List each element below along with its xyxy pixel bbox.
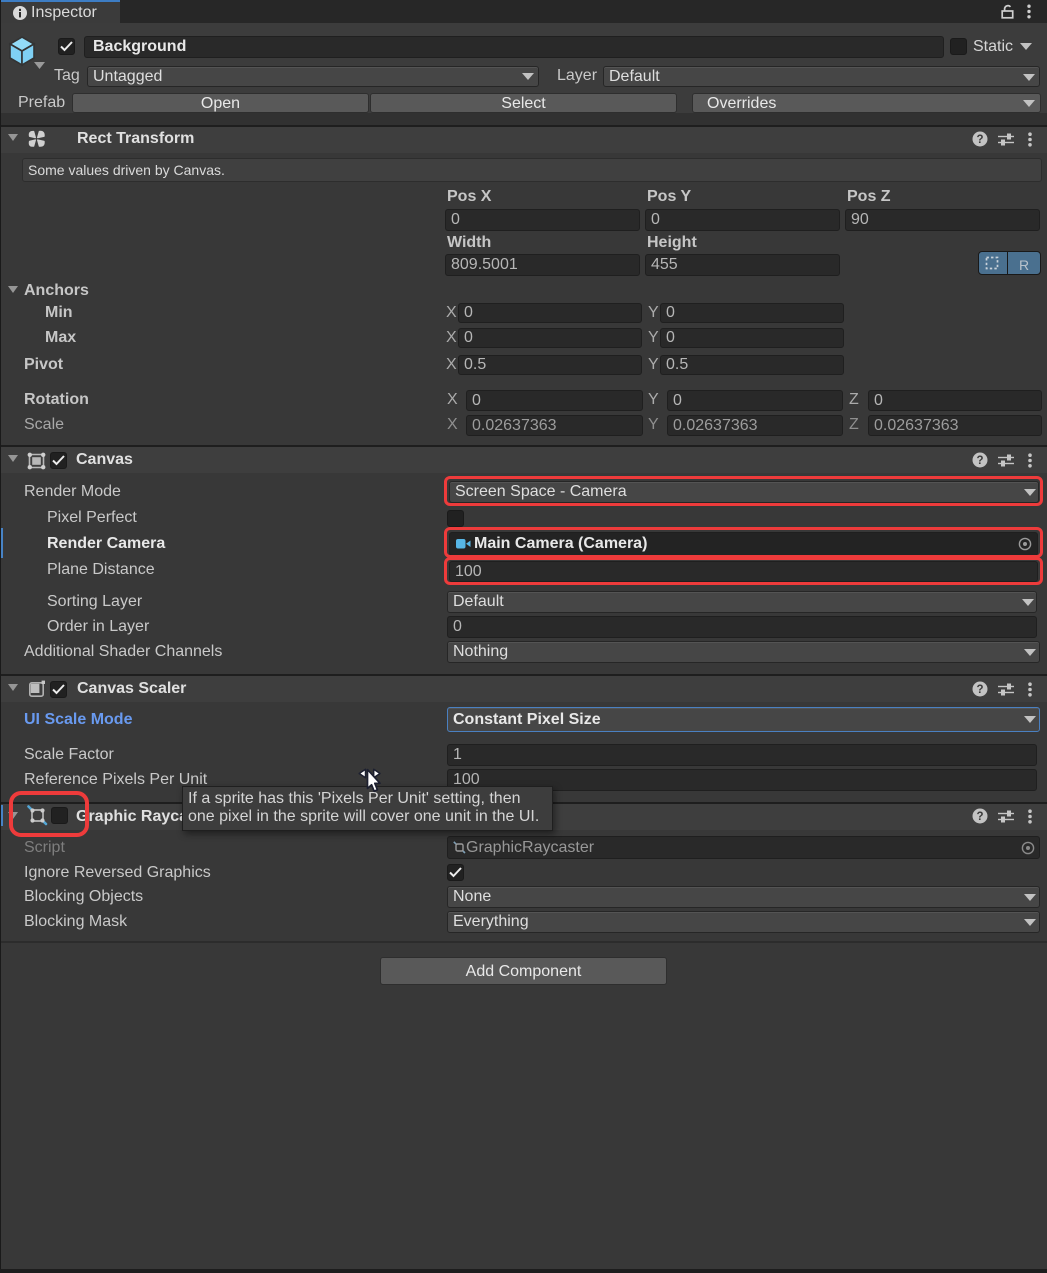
svg-text:?: ? — [976, 455, 983, 467]
svg-text:?: ? — [976, 811, 983, 823]
svg-text:?: ? — [976, 684, 983, 696]
svg-text:?: ? — [976, 134, 983, 146]
